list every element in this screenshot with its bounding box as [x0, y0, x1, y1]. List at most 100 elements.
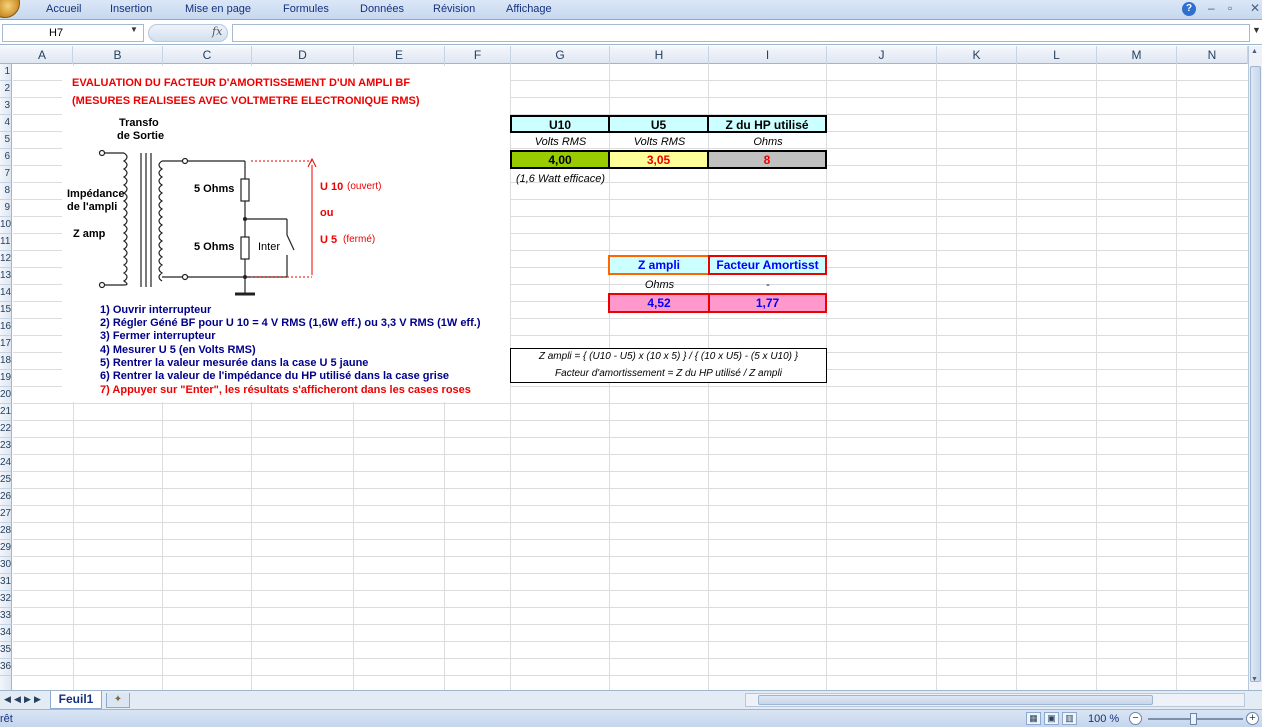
- next-sheet-icon[interactable]: ▶: [24, 694, 31, 705]
- formula-input[interactable]: [232, 24, 1250, 42]
- insert-sheet-icon[interactable]: ✦: [106, 693, 130, 708]
- header-zhp[interactable]: Z du HP utilisé: [707, 115, 827, 133]
- office-button[interactable]: [0, 0, 20, 18]
- unit-u10[interactable]: Volts RMS: [511, 136, 610, 150]
- close-icon[interactable]: ✕: [1250, 1, 1260, 15]
- column-header-m[interactable]: M: [1097, 46, 1177, 64]
- tab-accueil[interactable]: Accueil: [46, 3, 81, 15]
- row-header[interactable]: 34: [0, 625, 11, 642]
- scroll-down-icon[interactable]: ▼: [1251, 676, 1258, 683]
- header-u10[interactable]: U10: [510, 115, 610, 133]
- zoom-slider-knob[interactable]: [1190, 713, 1197, 725]
- zoom-out-icon[interactable]: −: [1129, 712, 1142, 725]
- column-header-e[interactable]: E: [354, 46, 445, 64]
- column-header-k[interactable]: K: [937, 46, 1017, 64]
- function-icon[interactable]: fx: [212, 25, 222, 38]
- row-header[interactable]: 8: [0, 183, 11, 200]
- row-header[interactable]: 4: [0, 115, 11, 132]
- scroll-up-icon[interactable]: ▲: [1251, 48, 1258, 55]
- row-header[interactable]: 11: [0, 234, 11, 251]
- tab-insertion[interactable]: Insertion: [110, 3, 152, 15]
- prev-sheet-icon[interactable]: ◀: [14, 694, 21, 705]
- column-header-b[interactable]: B: [73, 46, 163, 64]
- page-break-icon[interactable]: ▥: [1062, 712, 1077, 725]
- row-header[interactable]: 19: [0, 370, 11, 387]
- zoom-level[interactable]: 100 %: [1088, 713, 1119, 725]
- unit-zhp[interactable]: Ohms: [709, 136, 827, 150]
- unit-u5[interactable]: Volts RMS: [610, 136, 709, 150]
- column-header-a[interactable]: A: [12, 46, 73, 64]
- row-header[interactable]: 32: [0, 591, 11, 608]
- name-box[interactable]: H7: [2, 24, 144, 42]
- restore-icon[interactable]: ▫: [1228, 1, 1232, 15]
- row-header[interactable]: 24: [0, 455, 11, 472]
- row-header[interactable]: 35: [0, 642, 11, 659]
- row-header[interactable]: 23: [0, 438, 11, 455]
- column-header-d[interactable]: D: [252, 46, 354, 64]
- row-header[interactable]: 33: [0, 608, 11, 625]
- minimize-icon[interactable]: –: [1208, 1, 1215, 15]
- column-header-n[interactable]: N: [1177, 46, 1248, 64]
- column-header-i[interactable]: I: [709, 46, 827, 64]
- column-header-g[interactable]: G: [511, 46, 610, 64]
- column-header-c[interactable]: C: [163, 46, 252, 64]
- row-header[interactable]: 18: [0, 353, 11, 370]
- row-header[interactable]: 20: [0, 387, 11, 404]
- horizontal-scrollbar[interactable]: [745, 693, 1245, 707]
- row-header[interactable]: 10: [0, 217, 11, 234]
- row-header[interactable]: 21: [0, 404, 11, 421]
- tab-donnees[interactable]: Données: [360, 3, 404, 15]
- vertical-scroll-thumb[interactable]: [1250, 66, 1261, 682]
- row-header[interactable]: 17: [0, 336, 11, 353]
- row-header[interactable]: 25: [0, 472, 11, 489]
- row-header[interactable]: 6: [0, 149, 11, 166]
- row-header[interactable]: 16: [0, 319, 11, 336]
- row-header[interactable]: 14: [0, 285, 11, 302]
- first-sheet-icon[interactable]: ◀: [4, 694, 11, 705]
- row-header[interactable]: 26: [0, 489, 11, 506]
- row-header[interactable]: 31: [0, 574, 11, 591]
- unit-zampli[interactable]: Ohms: [610, 279, 709, 293]
- row-header[interactable]: 28: [0, 523, 11, 540]
- vertical-scrollbar[interactable]: ▲ ▼: [1248, 46, 1262, 690]
- page-layout-icon[interactable]: ▣: [1044, 712, 1059, 725]
- tab-formules[interactable]: Formules: [283, 3, 329, 15]
- zoom-in-icon[interactable]: +: [1246, 712, 1259, 725]
- row-header[interactable]: 30: [0, 557, 11, 574]
- input-u5[interactable]: 3,05: [608, 150, 709, 169]
- header-facteur[interactable]: Facteur Amortisst: [708, 255, 827, 275]
- help-icon[interactable]: ?: [1182, 2, 1196, 16]
- normal-view-icon[interactable]: ▦: [1026, 712, 1041, 725]
- row-header[interactable]: 15: [0, 302, 11, 319]
- expand-formula-bar-icon[interactable]: ▼: [1252, 25, 1261, 35]
- row-header[interactable]: 3: [0, 98, 11, 115]
- row-header[interactable]: 12: [0, 251, 11, 268]
- row-header[interactable]: 27: [0, 506, 11, 523]
- row-header[interactable]: 2: [0, 81, 11, 98]
- column-header-f[interactable]: F: [445, 46, 511, 64]
- horizontal-scroll-thumb[interactable]: [758, 695, 1153, 705]
- row-header[interactable]: 13: [0, 268, 11, 285]
- row-header[interactable]: 9: [0, 200, 11, 217]
- row-header[interactable]: 36: [0, 659, 11, 676]
- result-zampli[interactable]: 4,52: [608, 293, 710, 313]
- column-header-h[interactable]: H: [610, 46, 709, 64]
- row-header[interactable]: 7: [0, 166, 11, 183]
- input-u10[interactable]: 4,00: [510, 150, 610, 169]
- result-facteur[interactable]: 1,77: [708, 293, 827, 313]
- row-header[interactable]: 29: [0, 540, 11, 557]
- row-header[interactable]: 22: [0, 421, 11, 438]
- row-header[interactable]: 1: [0, 64, 11, 81]
- input-zhp[interactable]: 8: [707, 150, 827, 169]
- row-header[interactable]: 5: [0, 132, 11, 149]
- chevron-down-icon[interactable]: ▼: [130, 25, 138, 34]
- sheet-tab-feuil1[interactable]: Feuil1: [50, 691, 102, 709]
- last-sheet-icon[interactable]: ▶: [34, 694, 41, 705]
- power-note[interactable]: (1,6 Watt efficace): [511, 173, 610, 187]
- unit-facteur[interactable]: -: [709, 279, 827, 293]
- tab-affichage[interactable]: Affichage: [506, 3, 552, 15]
- header-u5[interactable]: U5: [608, 115, 709, 133]
- column-header-j[interactable]: J: [827, 46, 937, 64]
- header-zampli[interactable]: Z ampli: [608, 255, 710, 275]
- tab-mise-en-page[interactable]: Mise en page: [185, 3, 251, 15]
